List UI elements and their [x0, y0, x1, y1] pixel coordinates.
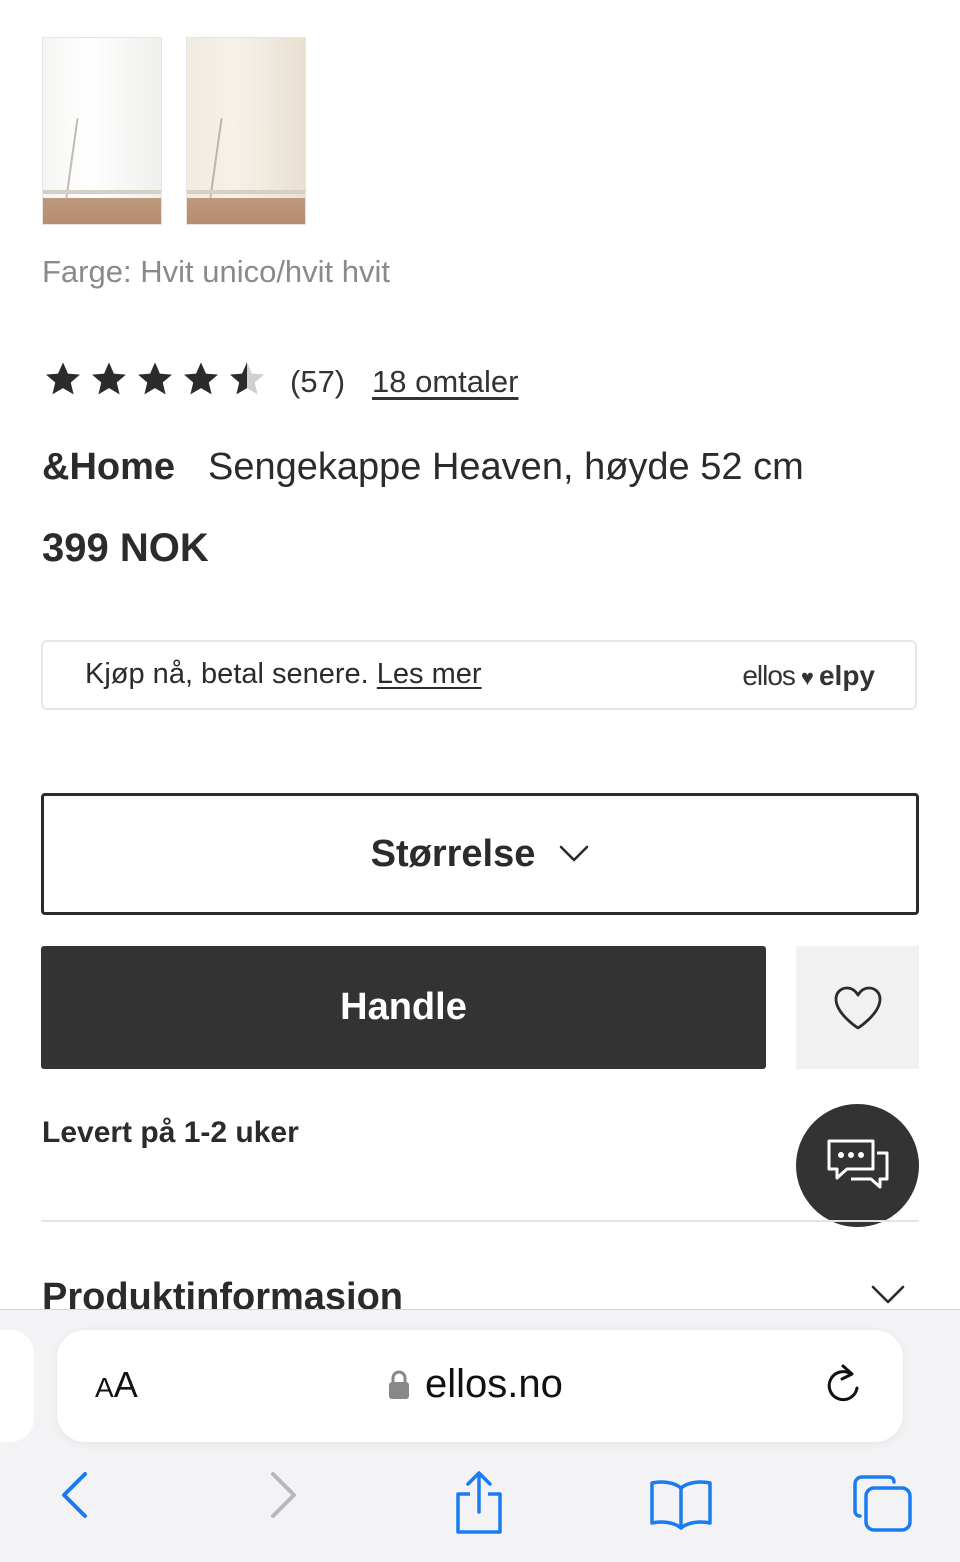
url-display[interactable]: ellos.no [387, 1362, 563, 1407]
heart-icon [834, 986, 881, 1029]
heart-logo-icon: ♥ [800, 665, 814, 690]
bnpl-read-more-link[interactable]: Les mer [377, 658, 482, 690]
aa-small-glyph: A [95, 1372, 114, 1403]
forward-icon[interactable] [266, 1470, 300, 1520]
product-name: Sengekappe Heaven, høyde 52 cm [208, 446, 804, 488]
reload-icon[interactable] [823, 1360, 867, 1410]
section-divider [41, 1220, 919, 1222]
color-label: Farge: Hvit unico/hvit hvit [42, 254, 391, 289]
reviews-link[interactable]: 18 omtaler [372, 364, 518, 400]
lock-icon [389, 1370, 409, 1399]
star-full-icon [92, 362, 126, 395]
text-size-button[interactable]: AA [95, 1364, 138, 1406]
star-full-icon [46, 362, 80, 395]
bnpl-banner: Kjøp nå, betal senere. Les mer ellos ♥ elp… [41, 640, 917, 710]
size-select[interactable]: Størrelse [41, 793, 919, 915]
chat-icon [827, 1139, 888, 1188]
bookmarks-icon[interactable] [648, 1478, 714, 1530]
product-price: 399 NOK [42, 526, 209, 570]
rating-count: (57) [290, 364, 346, 399]
size-select-label: Størrelse [370, 832, 536, 875]
chat-button[interactable] [796, 1104, 919, 1227]
bnpl-text-row: Kjøp nå, betal senere. Les mer [85, 658, 482, 691]
chevron-down-icon [560, 845, 589, 862]
address-bar[interactable]: AA ellos.no [57, 1330, 903, 1442]
ellos-elpy-logo: ellos ♥ elpy [742, 660, 875, 692]
share-icon[interactable] [452, 1470, 506, 1536]
rating-stars[interactable] [44, 360, 266, 398]
product-brand[interactable]: &Home [42, 446, 175, 489]
thumbnail-white[interactable] [42, 37, 162, 225]
aa-large-glyph: A [113, 1364, 138, 1405]
logo-ellos: ellos [742, 660, 796, 691]
thumbnail-bed-skirt [187, 38, 305, 198]
thumbnail-hem [187, 190, 305, 194]
logo-elpy: elpy [818, 660, 875, 691]
star-full-icon [138, 362, 172, 395]
back-icon[interactable] [58, 1470, 92, 1520]
star-full-icon [184, 362, 218, 395]
previous-tab-pill[interactable] [0, 1330, 34, 1442]
star-half-icon [230, 362, 264, 395]
browser-toolbar: AA ellos.no [0, 1309, 960, 1562]
thumbnail-hem [43, 190, 161, 194]
thumbnail-bed-skirt [43, 38, 161, 198]
bnpl-text: Kjøp nå, betal senere. [85, 658, 369, 690]
delivery-time: Levert på 1-2 uker [42, 1116, 299, 1149]
url-text: ellos.no [425, 1362, 563, 1406]
tabs-icon[interactable] [852, 1474, 914, 1534]
wishlist-button[interactable] [796, 946, 919, 1069]
chevron-down-icon[interactable] [870, 1284, 906, 1306]
thumbnail-offwhite[interactable] [186, 37, 306, 225]
add-to-cart-button[interactable]: Handle [41, 946, 766, 1069]
